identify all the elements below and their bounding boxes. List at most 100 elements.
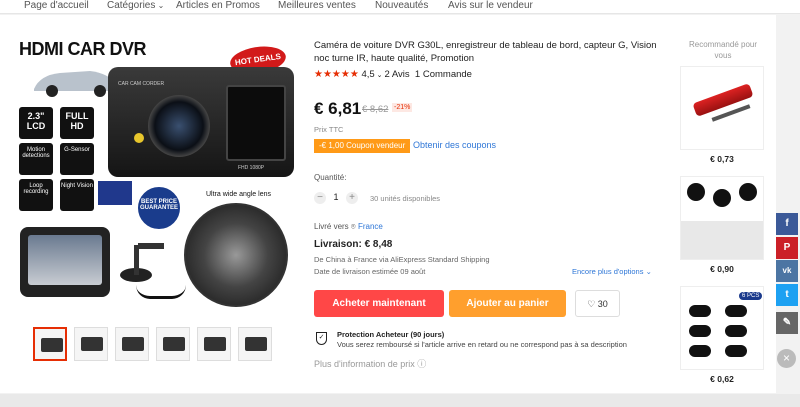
- chevron-down-icon: ⌄: [155, 1, 165, 10]
- cover-image: [725, 345, 747, 357]
- motion-badge-text: Motion detections: [22, 147, 50, 159]
- dashcam-back-photo: [20, 227, 110, 297]
- more-price-info-link[interactable]: Plus d'information de prix ⓘ: [314, 357, 426, 370]
- thumbnail[interactable]: [74, 327, 108, 361]
- recommended-item-flashlight[interactable]: [680, 66, 764, 150]
- lcd-badge: 2.3" LCD: [19, 107, 53, 139]
- availability: 30 unités disponibles: [370, 194, 441, 203]
- more-options-label: Encore plus d'options: [572, 267, 644, 276]
- seller-coupon-badge: -€ 1,00 Coupon vendeur: [314, 139, 411, 153]
- decrease-quantity-button[interactable]: −: [314, 192, 326, 204]
- image-title: HDMI CAR DVR: [19, 39, 147, 59]
- rating-value: 4,5: [361, 69, 375, 80]
- quantity-stepper: −1 +: [314, 192, 358, 204]
- cover-image: [689, 345, 711, 357]
- dashcam-photo: CAR CAM CORDER FHD 1080P: [108, 67, 294, 177]
- holder-image: [713, 189, 731, 207]
- recommended-item-holders[interactable]: [680, 176, 764, 260]
- tax-note: Prix TTC: [314, 125, 344, 134]
- gsensor-badge-text: G-Sensor: [64, 147, 90, 153]
- nav-categories-label: Catégories: [107, 0, 156, 11]
- loop-badge-text: Loop recording: [23, 183, 49, 195]
- cover-image: [689, 325, 711, 337]
- australia-flag: [98, 181, 132, 205]
- add-to-cart-button[interactable]: Ajouter au panier: [449, 290, 566, 317]
- best-price-badge: BEST PRICE GUARANTEE: [136, 185, 182, 231]
- wishlist-button[interactable]: ♡ 30: [575, 290, 620, 317]
- nav-new[interactable]: Nouveautés: [375, 0, 428, 12]
- shipping-route: De China à France via AliExpress Standar…: [314, 255, 490, 264]
- delivery-date: Date de livraison estimée 09 août: [314, 267, 426, 276]
- wide-angle-label: Ultra wide angle lens: [206, 191, 271, 198]
- gsensor-badge: G-Sensor: [60, 143, 94, 175]
- close-icon[interactable]: ×: [777, 349, 796, 368]
- night-badge: Night Vision: [60, 179, 94, 211]
- loop-badge: Loop recording: [19, 179, 53, 211]
- orders-count: 1 Commande: [414, 69, 472, 80]
- buy-now-button[interactable]: Acheter maintenant: [314, 290, 444, 317]
- facebook-icon[interactable]: f: [776, 213, 798, 235]
- increase-quantity-button[interactable]: +: [346, 192, 358, 204]
- vk-icon[interactable]: vk: [776, 260, 798, 282]
- footer-strip: [0, 394, 800, 407]
- product-title: Caméra de voiture DVR G30L, enregistreur…: [314, 40, 657, 64]
- ship-to-country-link[interactable]: France: [358, 222, 383, 231]
- recommended-item-covers[interactable]: 6 PCS: [680, 286, 764, 370]
- cover-image: [689, 305, 711, 317]
- camera-leds: [134, 133, 144, 143]
- pinterest-icon[interactable]: P: [776, 237, 798, 259]
- dashcam-screen: [28, 235, 102, 285]
- fhd-label: FHD 1080P: [238, 165, 265, 171]
- nav-promos[interactable]: Articles en Promos: [176, 0, 260, 12]
- edit-icon[interactable]: ✎: [776, 312, 798, 334]
- price: € 6,81: [314, 99, 362, 118]
- recommended-title: Recommandé pour vous: [688, 40, 758, 60]
- old-price: € 8,62: [362, 104, 389, 115]
- thumbnail[interactable]: [33, 327, 67, 361]
- pieces-badge: 6 PCS: [739, 292, 763, 300]
- star-rating-icon[interactable]: ★★★★★: [314, 69, 359, 80]
- holder-image: [739, 183, 757, 201]
- chevron-down-icon[interactable]: ⌄: [375, 72, 385, 79]
- get-coupons-link[interactable]: Obtenir des coupons: [413, 140, 496, 150]
- motion-badge: Motion detections: [19, 143, 53, 175]
- thumbnail[interactable]: [115, 327, 149, 361]
- info-icon: ⓘ: [417, 359, 427, 369]
- twitter-icon[interactable]: t: [776, 284, 798, 306]
- night-badge-text: Night Vision: [61, 183, 93, 189]
- cover-image: [725, 305, 747, 317]
- car-interior-photo: [184, 203, 288, 307]
- camera-screen: [226, 85, 286, 161]
- thumbnail[interactable]: [197, 327, 231, 361]
- suction-mount: [120, 243, 164, 282]
- recommended-price: € 0,62: [710, 374, 734, 384]
- reviews-link[interactable]: 2 Avis: [384, 69, 409, 80]
- quantity-value[interactable]: 1: [326, 192, 346, 202]
- nav-home[interactable]: Page d'accueil: [24, 0, 89, 12]
- recommended-price: € 0,90: [710, 264, 734, 274]
- more-shipping-options-link[interactable]: Encore plus d'options ⌄: [572, 267, 652, 276]
- wishlist-count: 30: [597, 299, 608, 309]
- lcd-badge-text: 2.3" LCD: [26, 111, 46, 131]
- ship-to: Livré vers ⌾ France: [314, 222, 383, 232]
- discount-badge: -21%: [392, 103, 413, 112]
- holder-photo: [681, 221, 763, 259]
- nav-categories[interactable]: Catégories ⌄: [107, 0, 164, 12]
- rating-row: ★★★★★ 4,5 ⌄ 2 Avis 1 Commande: [314, 69, 472, 80]
- fullhd-badge-text: FULL HD: [65, 111, 89, 131]
- nav-best-sellers[interactable]: Meilleures ventes: [278, 0, 356, 12]
- quantity-label: Quantité:: [314, 173, 347, 182]
- main-product-image[interactable]: HDMI CAR DVR HOT DEALS 2.3" LCD FULL HD …: [16, 35, 294, 315]
- camera-lens: [148, 95, 210, 157]
- top-navigation: Page d'accueil Catégories ⌄ Articles en …: [0, 0, 800, 14]
- shipping-cost: Livraison: € 8,48: [314, 239, 393, 250]
- nav-seller-reviews[interactable]: Avis sur le vendeur: [448, 0, 533, 12]
- location-icon: ⌾: [350, 222, 356, 231]
- corder-label: CAR CAM CORDER: [118, 81, 165, 87]
- thumbnail[interactable]: [238, 327, 272, 361]
- cover-image: [725, 325, 747, 337]
- power-cable: [136, 285, 186, 299]
- flashlight-image: [692, 83, 754, 117]
- thumbnail[interactable]: [156, 327, 190, 361]
- fullhd-badge: FULL HD: [60, 107, 94, 139]
